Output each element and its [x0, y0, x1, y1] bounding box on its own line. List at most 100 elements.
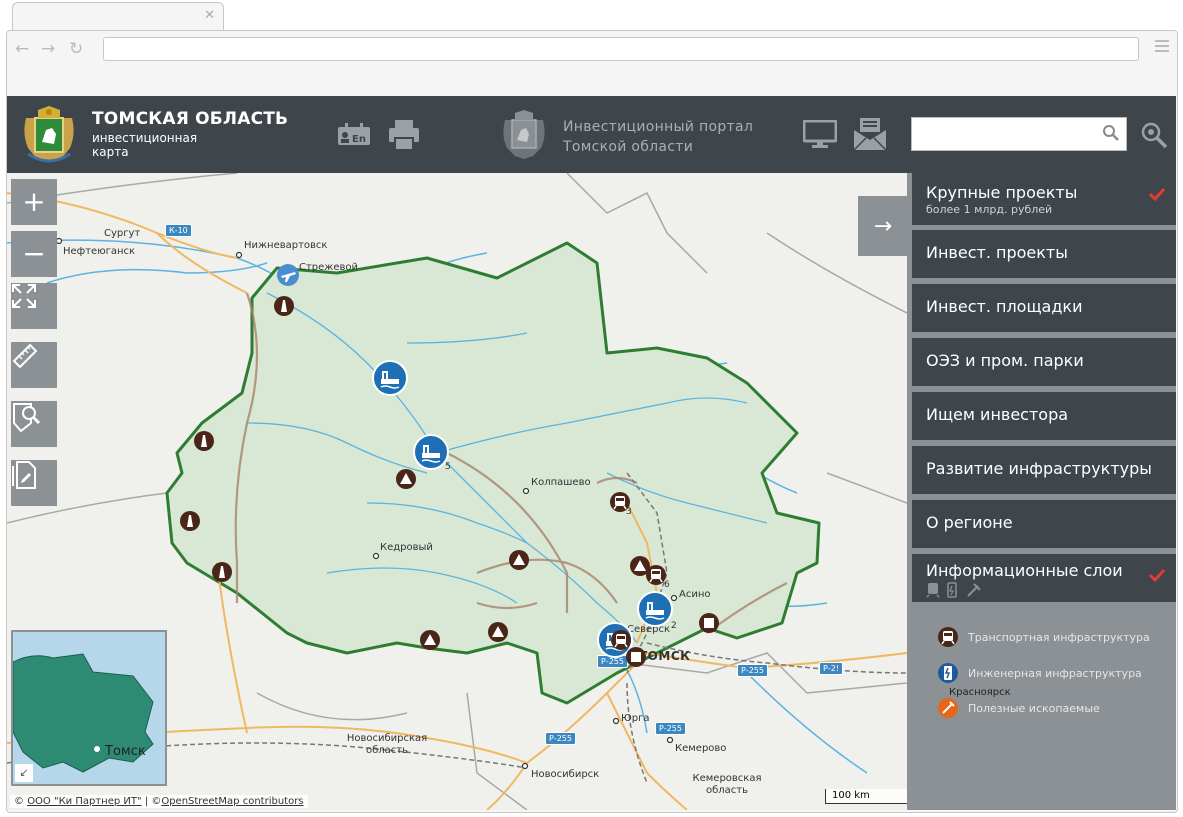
menu-item-invest-projects[interactable]: Инвест. проекты [912, 230, 1176, 278]
city-label: Новосибирск [531, 769, 600, 780]
large-project-marker-icon[interactable] [372, 360, 408, 396]
menu-item-label: Развитие инфраструктуры [926, 459, 1152, 478]
zoom-out-button[interactable]: − [11, 231, 57, 277]
marker-count: 3 [626, 507, 632, 517]
region-label: Кемеровская область [692, 773, 762, 796]
attribution-org-link[interactable]: ООО "Ки Партнер ИТ" [27, 796, 141, 807]
arrow-right-icon: → [873, 213, 893, 239]
airport-marker-icon[interactable] [276, 263, 300, 287]
attribution-prefix: © [14, 796, 28, 807]
city-label: Кедровый [380, 542, 433, 553]
layer-label: Транспортная инфраструктура [968, 631, 1150, 644]
road-badge: Р-2! [819, 662, 844, 675]
minimap-city-label: Томск [105, 744, 146, 759]
engineering-layer-icon [938, 663, 958, 683]
city-label: Асино [679, 589, 711, 600]
city-label: Нижневартовск [244, 240, 328, 251]
city-label: Стрежевой [299, 262, 358, 273]
advanced-search-icon[interactable] [1139, 120, 1169, 150]
marker-count: 5 [445, 462, 451, 472]
fullscreen-icon [12, 284, 36, 308]
documents-icon [12, 461, 36, 489]
infrastructure-marker-icon[interactable] [211, 561, 233, 583]
large-project-marker-icon[interactable] [413, 434, 449, 470]
app-header: ТОМСКАЯ ОБЛАСТЬ инвестиционная карта En … [7, 96, 1176, 173]
monitor-icon[interactable] [803, 120, 837, 150]
tab-close-icon[interactable]: ✕ [204, 8, 215, 23]
menu-item-label: Инвест. проекты [926, 243, 1068, 262]
infrastructure-marker-icon[interactable] [193, 430, 215, 452]
menu-item-large-projects[interactable]: Крупные проекты более 1 млрд. рублей [912, 173, 1176, 225]
menu-item-sublabel: более 1 млрд. рублей [926, 203, 1053, 216]
minimap-collapse-icon[interactable]: ↙ [15, 764, 33, 782]
menu-item-label: О регионе [926, 513, 1013, 532]
menu-item-sez-parks[interactable]: ОЭЗ и пром. парки [912, 338, 1176, 386]
english-language-icon[interactable]: En [337, 122, 371, 146]
mineral-marker-icon[interactable] [508, 549, 530, 571]
city-label: Сургут [104, 228, 141, 239]
osm-link[interactable]: OpenStreetMap contributors [161, 796, 303, 807]
menu-item-about-region[interactable]: О регионе [912, 500, 1176, 548]
documents-button[interactable] [11, 460, 57, 506]
transport-layer-icon [938, 627, 958, 647]
overview-minimap[interactable]: Томск ↙ [11, 630, 167, 786]
checkmark-icon[interactable] [1148, 568, 1166, 582]
page-subtitle: инвестиционная карта [92, 131, 198, 159]
mineral-marker-icon[interactable] [419, 629, 441, 651]
back-icon[interactable]: ← [15, 39, 29, 59]
tomsk-crest-icon [24, 106, 74, 163]
menu-item-invest-sites[interactable]: Инвест. площадки [912, 284, 1176, 332]
road-badge: Р-255 [655, 722, 686, 735]
layer-label: Инженерная инфраструктура [968, 667, 1142, 680]
map-canvas[interactable]: Сургут Нефтеюганск Нижневартовск Стрежев… [7, 173, 907, 810]
marker-count: 6 [664, 580, 670, 590]
layer-type-icons [926, 582, 981, 598]
measure-button[interactable] [11, 342, 57, 388]
menu-item-info-layers[interactable]: Информационные слои [912, 554, 1176, 602]
panel-collapse-button[interactable]: → [858, 196, 908, 256]
map-attribution: © ООО "Ки Партнер ИТ" | ©OpenStreetMap c… [10, 795, 308, 808]
layer-label: Полезные ископаемые [968, 702, 1100, 715]
menu-item-infrastructure[interactable]: Развитие инфраструктуры [912, 446, 1176, 494]
road-badge: Р-255 [545, 732, 576, 745]
address-bar[interactable] [103, 37, 1139, 61]
mail-icon[interactable] [853, 116, 887, 152]
menu-item-label: Ищем инвестора [926, 405, 1069, 424]
investment-portal-link[interactable]: Инвестиционный портал Томской области [563, 117, 763, 157]
tomsk-portal-crest-icon[interactable] [497, 108, 551, 162]
menu-item-seeking-investor[interactable]: Ищем инвестора [912, 392, 1176, 440]
city-label: Нефтеюганск [63, 246, 136, 257]
industrial-marker-icon[interactable] [625, 646, 647, 668]
mineral-marker-icon[interactable] [487, 621, 509, 643]
marker-count: 2 [671, 621, 677, 631]
ruler-icon [12, 343, 38, 369]
road-badge: К-10 [165, 224, 192, 237]
menu-item-label: Инвест. площадки [926, 297, 1083, 316]
industrial-marker-icon[interactable] [698, 612, 720, 634]
infrastructure-marker-icon[interactable] [273, 295, 295, 317]
fullscreen-button[interactable] [11, 283, 57, 329]
mineral-marker-icon[interactable] [395, 468, 417, 490]
area-search-button[interactable] [11, 401, 57, 447]
road-badge: Р-255 [737, 664, 768, 677]
search-icon[interactable] [1102, 124, 1120, 142]
large-project-marker-icon[interactable] [637, 591, 673, 627]
minerals-layer-icon [938, 698, 958, 718]
infrastructure-marker-icon[interactable] [179, 510, 201, 532]
search-input[interactable] [916, 120, 1100, 150]
page-title: ТОМСКАЯ ОБЛАСТЬ [92, 109, 289, 129]
minimap-region-shape [13, 653, 154, 773]
menu-item-label: Крупные проекты [926, 183, 1078, 202]
browser-menu-icon[interactable] [1155, 40, 1169, 55]
city-label: Колпашево [531, 477, 591, 488]
area-search-icon [13, 403, 41, 433]
print-icon[interactable] [387, 118, 421, 152]
reload-icon[interactable]: ↻ [69, 39, 83, 59]
checkmark-icon[interactable] [1148, 187, 1166, 201]
forward-icon[interactable]: → [41, 39, 55, 59]
menu-item-label: Информационные слои [926, 561, 1123, 580]
search-box [911, 117, 1127, 151]
browser-tab[interactable]: ✕ [12, 2, 224, 31]
zoom-in-button[interactable]: + [11, 179, 57, 225]
city-label: Кемерово [675, 743, 727, 754]
